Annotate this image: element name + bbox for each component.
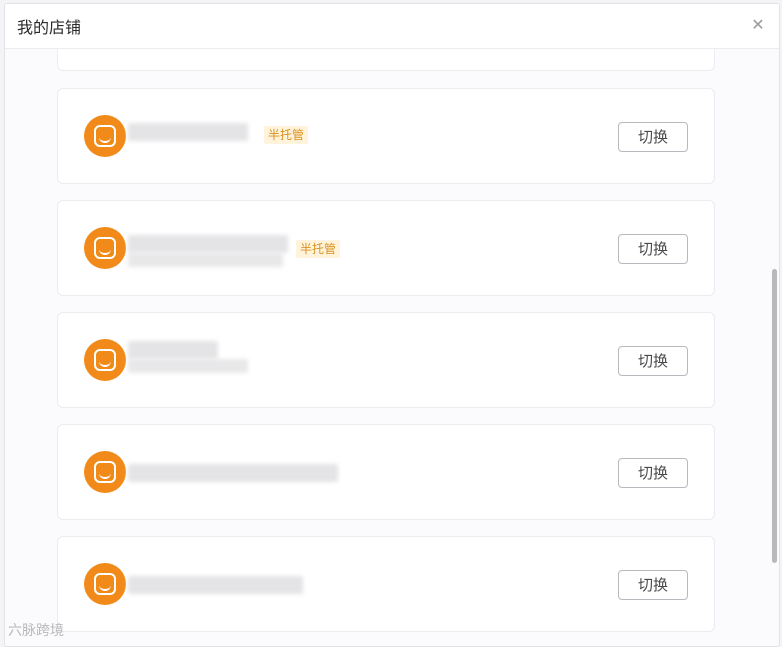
switch-store-button[interactable]: 切换 [618,234,688,264]
store-card-partial [57,49,715,71]
store-avatar-icon [84,227,126,269]
store-list[interactable]: 半托管 切换 半托管 切换 切换 切换 切换 [5,49,779,646]
switch-store-button[interactable]: 切换 [618,346,688,376]
vertical-scrollbar[interactable] [772,269,777,563]
switch-store-button[interactable]: 切换 [618,570,688,600]
my-stores-dialog: 我的店铺 ✕ 半托管 切换 半托管 切换 切换 切换 切换 [4,3,780,647]
dialog-header: 我的店铺 ✕ [5,4,779,49]
close-icon[interactable]: ✕ [747,14,769,36]
watermark-text: 六脉跨境 [8,623,64,639]
store-name-redacted [128,359,248,373]
switch-store-button[interactable]: 切换 [618,458,688,488]
store-avatar-icon [84,563,126,605]
dialog-title: 我的店铺 [17,18,82,37]
store-card: 切换 [57,424,715,520]
switch-store-button[interactable]: 切换 [618,122,688,152]
store-avatar-icon [84,115,126,157]
store-name-redacted [128,576,303,594]
store-card: 切换 [57,536,715,632]
status-badge: 半托管 [296,240,341,258]
store-avatar-icon [84,339,126,381]
store-name-redacted [128,123,248,141]
store-name-redacted [128,464,338,482]
status-badge: 半托管 [264,126,309,144]
store-card: 半托管 切换 [57,88,715,184]
store-name-redacted [128,341,218,359]
store-avatar-icon [84,451,126,493]
store-name-redacted [128,253,283,267]
store-name-redacted [128,235,288,253]
store-card: 切换 [57,312,715,408]
store-card: 半托管 切换 [57,200,715,296]
